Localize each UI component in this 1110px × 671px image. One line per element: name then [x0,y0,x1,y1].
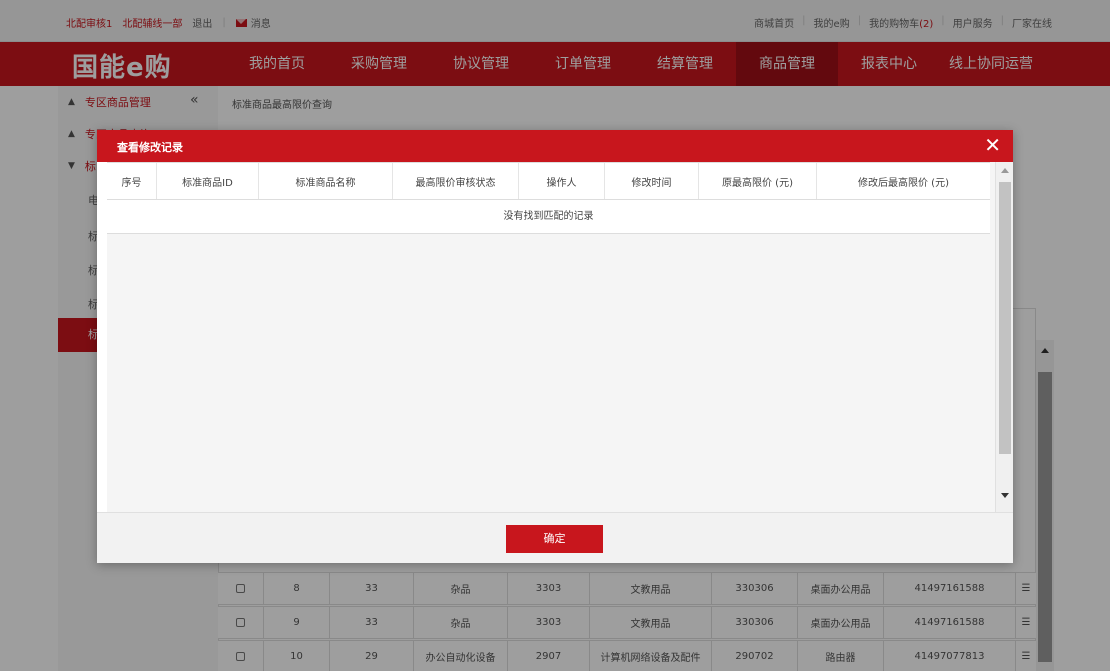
dialog-footer: 确定 [97,512,1013,563]
scrollbar-thumb[interactable] [999,182,1011,454]
scroll-down-icon[interactable] [1001,493,1009,498]
column-header: 操作人 [519,163,605,199]
empty-table-message: 没有找到匹配的记录 [107,200,990,234]
column-header: 修改时间 [605,163,699,199]
dialog-header: 查看修改记录 ✕ [97,130,1013,162]
dialog-scrollbar[interactable] [995,162,1013,512]
column-header: 修改后最高限价 (元) [858,177,949,189]
table-header: 序号 标准商品ID 标准商品名称 最高限价审核状态 操作人 修改时间 原最高限价… [107,162,990,200]
column-header: 最高限价审核状态 [393,163,519,199]
history-table: 序号 标准商品ID 标准商品名称 最高限价审核状态 操作人 修改时间 原最高限价… [107,162,990,234]
column-header: 标准商品名称 [259,163,393,199]
dialog-body: 序号 标准商品ID 标准商品名称 最高限价审核状态 操作人 修改时间 原最高限价… [107,162,1013,512]
column-header: 标准商品ID [157,163,259,199]
edit-history-dialog: 查看修改记录 ✕ 序号 标准商品ID 标准商品名称 最高限价审核状态 操作人 修… [97,130,1013,563]
scroll-up-icon[interactable] [1001,168,1009,173]
dialog-title: 查看修改记录 [117,141,183,154]
confirm-button[interactable]: 确定 [506,525,603,553]
column-header: 原最高限价 (元) [699,163,817,199]
close-icon[interactable]: ✕ [984,134,1001,156]
column-header: 序号 [107,163,157,199]
